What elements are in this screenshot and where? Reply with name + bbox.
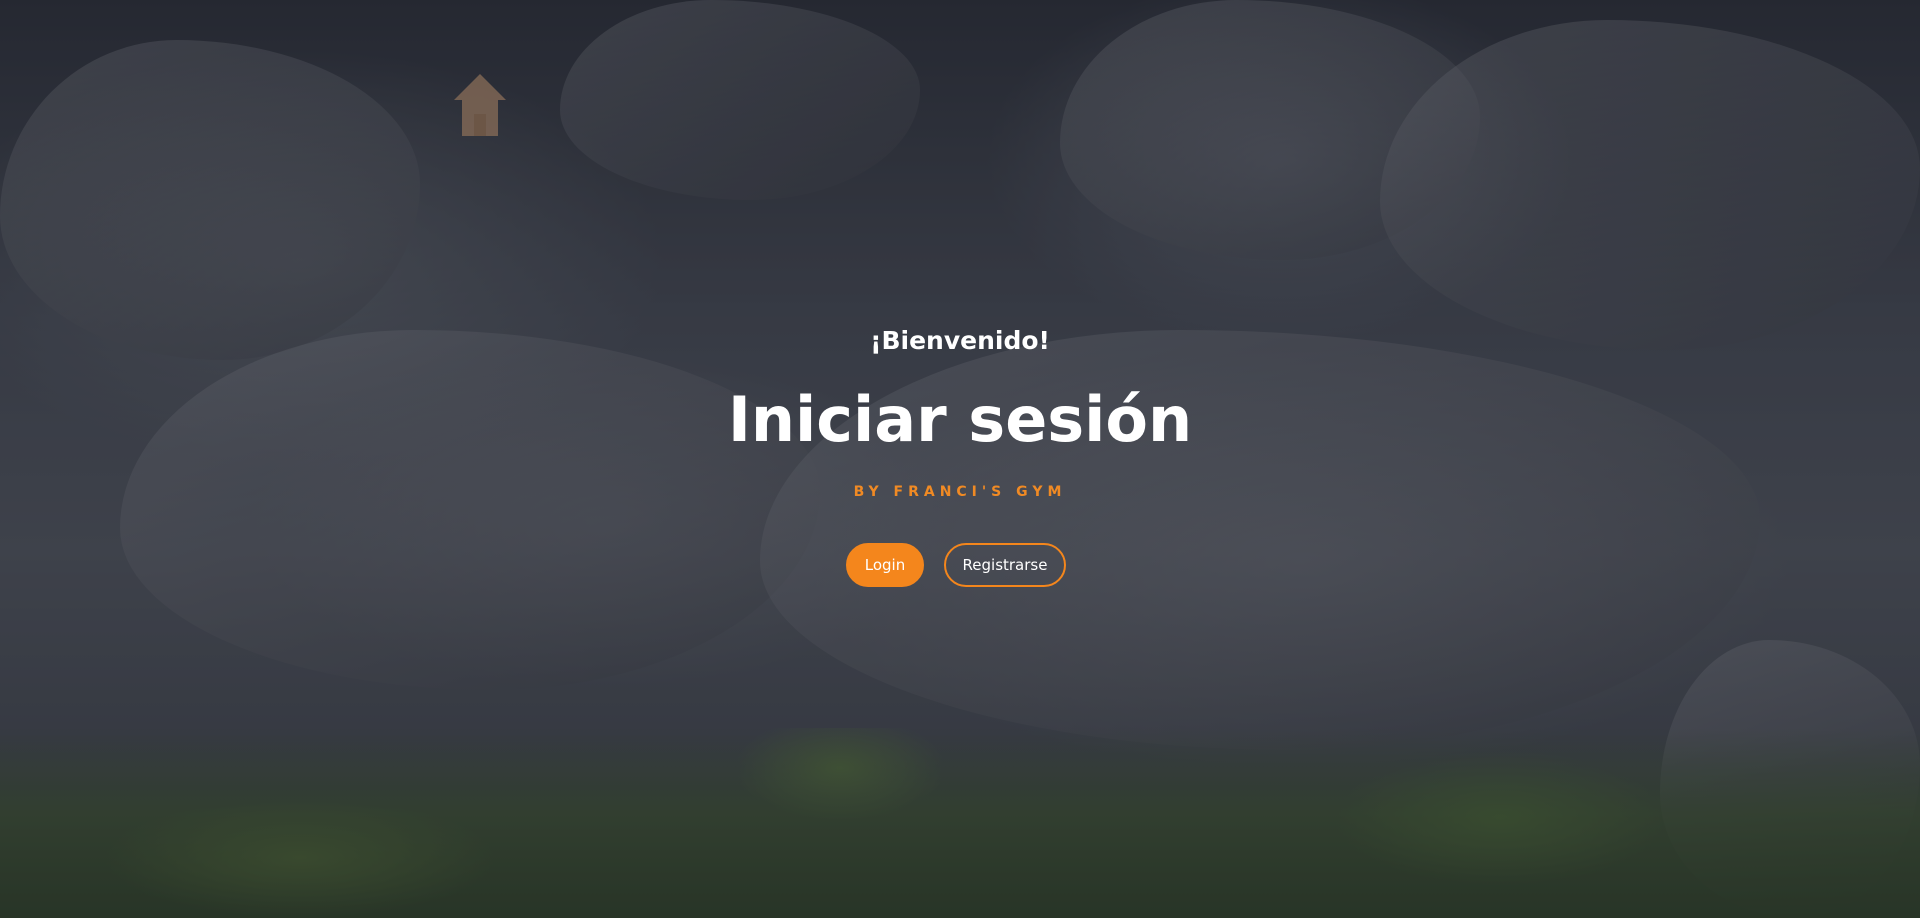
home-link[interactable] [452,70,508,140]
auth-actions: Login Registrarse [0,543,1920,587]
home-icon [454,74,506,136]
brand-byline: BY FRANCI'S GYM [853,484,1067,500]
page-title: Iniciar sesión [727,383,1193,456]
welcome-heading: ¡Bienvenido! [870,326,1050,355]
login-button[interactable]: Login [846,543,924,587]
hero-background: ¡Bienvenido! Iniciar sesión BY FRANCI'S … [0,0,1920,918]
register-button[interactable]: Registrarse [944,543,1066,587]
